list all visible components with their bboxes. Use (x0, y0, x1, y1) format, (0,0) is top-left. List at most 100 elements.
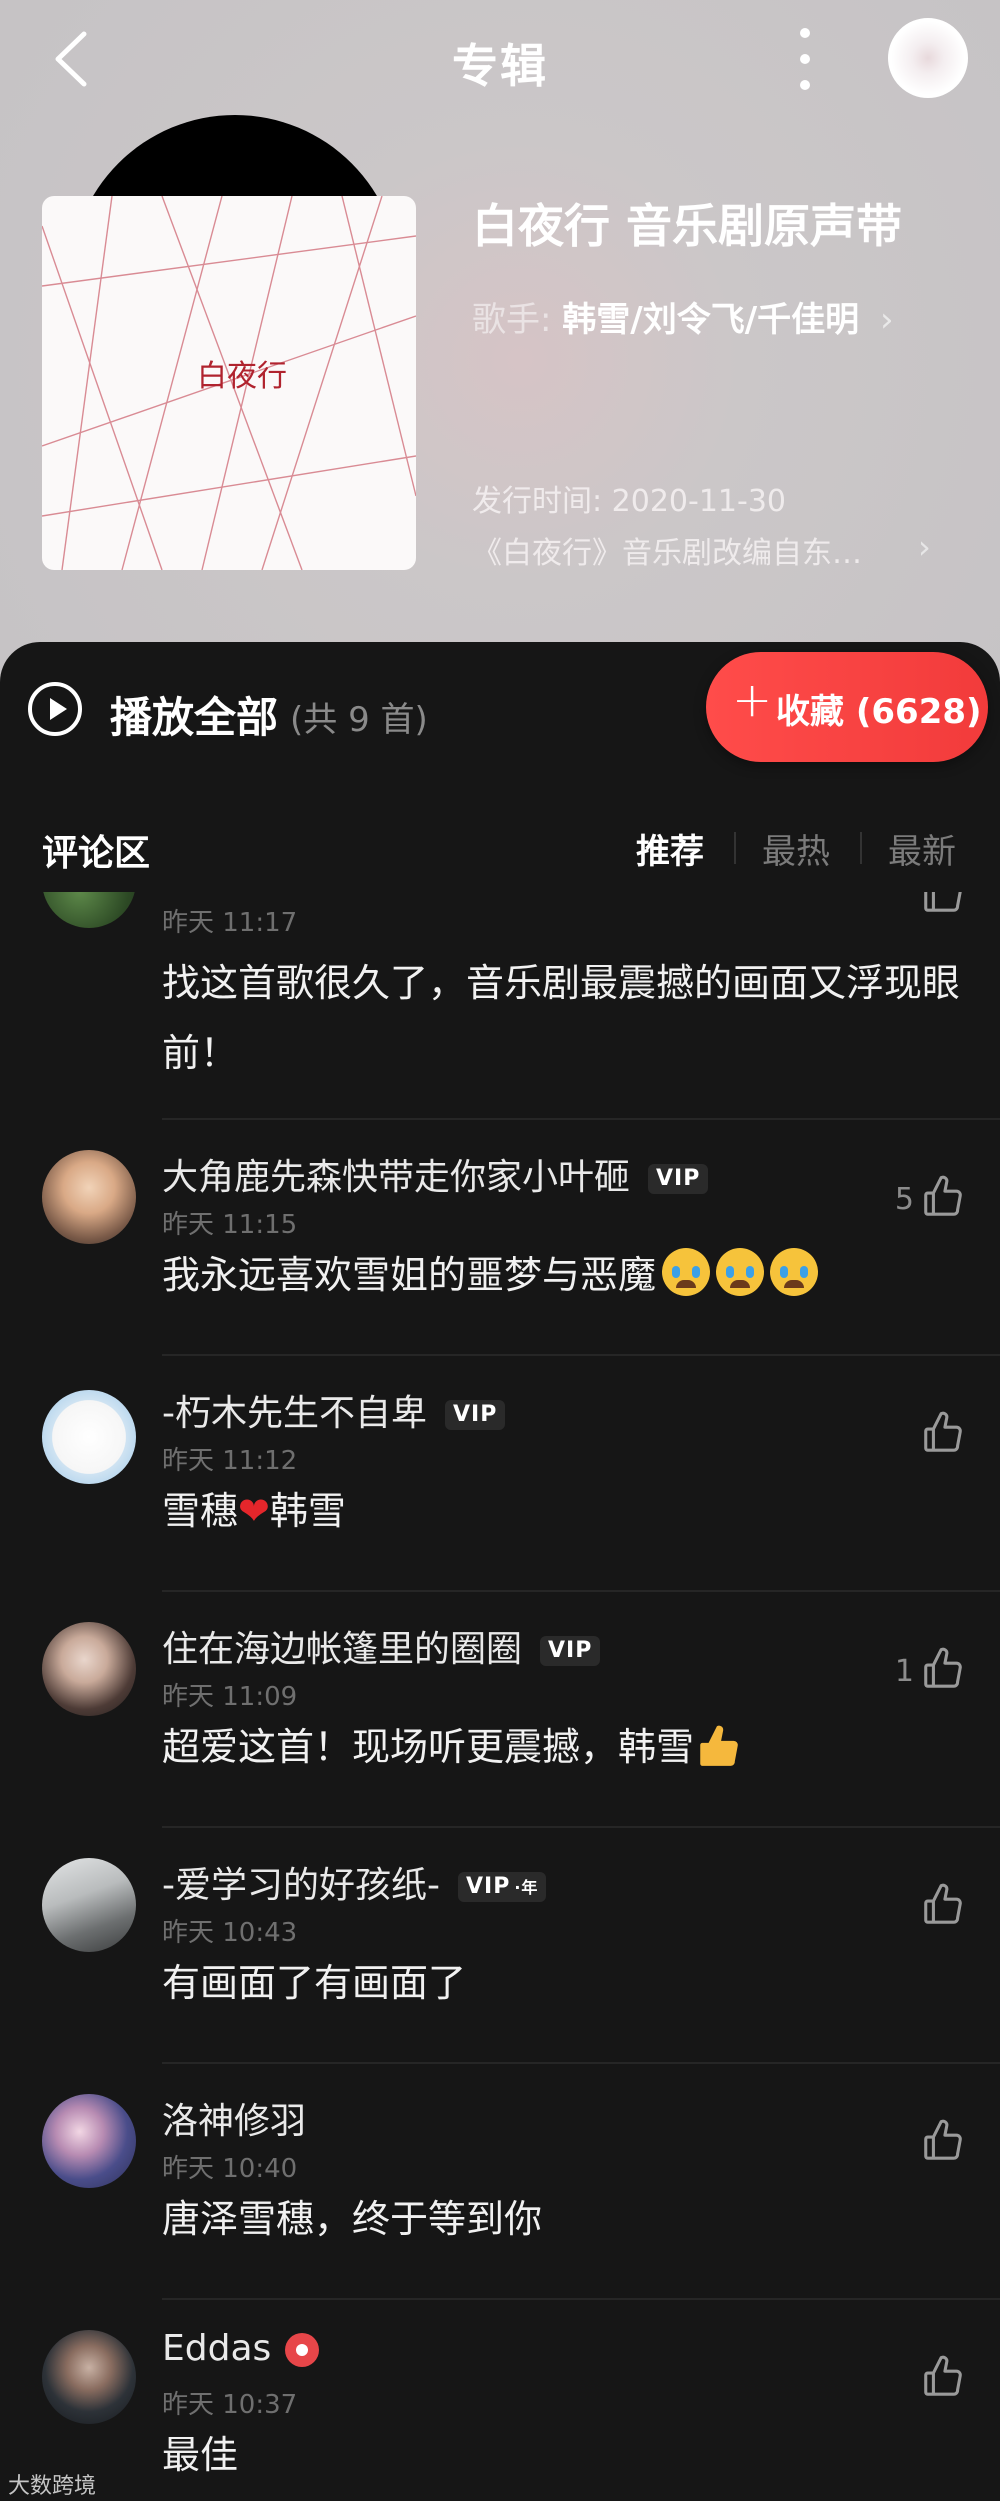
artist-link[interactable]: 歌手: 韩雪/刘令飞/千佳明 › (472, 292, 894, 341)
thumbs-up-icon (924, 2355, 962, 2396)
chevron-right-icon[interactable]: › (918, 528, 931, 566)
like-count: 1 (894, 1654, 914, 1689)
like-button[interactable] (880, 892, 980, 924)
comment-time: 昨天 10:43 (162, 1918, 298, 1948)
release-date: 发行时间: 2020-11-30 (472, 484, 786, 519)
album-cover-art: 白夜行 (42, 196, 416, 570)
like-button[interactable]: 5 (880, 1168, 980, 1228)
top-nav-bar: 专辑 (0, 0, 1000, 120)
comment-username[interactable]: Eddas (162, 2328, 320, 2369)
comment-text: 我永远喜欢雪姐的噩梦与恶魔 (162, 1253, 657, 1297)
comment-text: 唐泽雪穗，终于等到你 (162, 2197, 543, 2241)
musician-badge-icon (285, 2333, 320, 2367)
comment-time: 昨天 10:40 (162, 2154, 298, 2184)
comment-text: 最佳 (162, 2433, 239, 2477)
thumbs-up-icon (924, 1175, 962, 1216)
vip-badge: VIP ·年 (457, 1872, 547, 1902)
username-text: -爱学习的好孩纸- (162, 1865, 440, 1906)
tab-hottest[interactable]: 最热 (762, 824, 830, 873)
more-dot-icon (800, 54, 810, 64)
thumbs-up-emoji-icon (700, 1725, 738, 1766)
thumbs-up-icon (924, 1883, 962, 1924)
username-text: -朽木先生不自卑 (162, 1393, 427, 1434)
comment-username[interactable]: 住在海边帐篷里的圈圈 VIP (162, 1620, 601, 1672)
page-title: 专辑 (452, 39, 548, 93)
comment-list: 昨天 11:17 找这首歌很久了，音乐剧最震撼的画面又浮现眼前！ 大角鹿先森快带… (0, 892, 1000, 2501)
comment-time: 昨天 10:37 (162, 2390, 298, 2420)
favorite-button[interactable]: + 收藏 (6628) (706, 652, 988, 762)
comment-content: 雪穗❤韩雪 (162, 1476, 962, 1546)
album-description[interactable]: 《白夜行》音乐剧改编自东… (472, 528, 952, 572)
thumbs-up-icon (924, 2119, 962, 2160)
comment-content: 超爱这首！现场听更震撼，韩雪 (162, 1712, 962, 1782)
crying-emoji-icon (716, 1248, 765, 1296)
crying-emoji-icon (770, 1248, 819, 1296)
heart-emoji-icon: ❤ (238, 1489, 270, 1533)
like-button[interactable]: 1 (880, 1640, 980, 1700)
username-text: 住在海边帐篷里的圈圈 (162, 1629, 523, 1670)
user-avatar[interactable] (42, 1858, 136, 1952)
more-dot-icon (800, 28, 810, 38)
now-playing-disc-button[interactable] (888, 18, 968, 98)
thumbs-up-icon (924, 892, 962, 912)
like-button[interactable] (880, 2348, 980, 2408)
chevron-right-icon: › (879, 300, 894, 340)
track-count: (共 9 首) (290, 700, 428, 740)
comment-item: -爱学习的好孩纸- VIP ·年 昨天 10:43 有画面了有画面了 (0, 1828, 1000, 2064)
more-dot-icon (800, 80, 810, 90)
comment-time: 昨天 11:15 (162, 1210, 298, 1240)
vip-badge: VIP (648, 1164, 709, 1194)
comment-item: Eddas 昨天 10:37 最佳 (0, 2300, 1000, 2500)
comment-username[interactable]: -朽木先生不自卑 VIP (162, 1384, 506, 1436)
comment-text: 超爱这首！现场听更震撼，韩雪 (162, 1725, 695, 1769)
watermark-text: 大数跨境 (8, 2474, 97, 2499)
comment-username[interactable]: -爱学习的好孩纸- VIP ·年 (162, 1856, 547, 1908)
album-cover[interactable]: 白夜行 (42, 196, 416, 570)
comments-section-title: 评论区 (42, 833, 151, 874)
comment-text-part: 雪穗 (162, 1489, 239, 1533)
like-count: 5 (894, 1182, 914, 1217)
tab-newest[interactable]: 最新 (888, 824, 956, 873)
favorite-label: 收藏 (6628) (776, 692, 982, 732)
vip-badge: VIP (540, 1636, 601, 1666)
thumbs-up-icon (924, 1411, 962, 1452)
comment-username[interactable]: 大角鹿先森快带走你家小叶砸 VIP (162, 1148, 709, 1200)
comment-item: 洛神修羽 昨天 10:40 唐泽雪穗，终于等到你 (0, 2064, 1000, 2300)
comment-time: 昨天 11:17 (162, 908, 298, 938)
tab-divider (734, 832, 736, 864)
user-avatar[interactable] (42, 1390, 136, 1484)
comment-item: 昨天 11:17 找这首歌很久了，音乐剧最震撼的画面又浮现眼前！ (0, 892, 1000, 1120)
user-avatar[interactable] (42, 892, 136, 928)
user-avatar[interactable] (42, 1622, 136, 1716)
user-avatar[interactable] (42, 2094, 136, 2188)
cover-title-art: 白夜行 (197, 359, 287, 394)
username-text: 大角鹿先森快带走你家小叶砸 (162, 1157, 631, 1198)
like-button[interactable] (880, 1876, 980, 1936)
like-button[interactable] (880, 1404, 980, 1464)
album-title: 白夜行 音乐剧原声带 (472, 199, 903, 253)
plus-icon: + (732, 672, 773, 728)
vip-year-suffix: ·年 (514, 1878, 539, 1897)
comment-time: 昨天 11:09 (162, 1682, 298, 1712)
vip-badge: VIP (445, 1400, 506, 1430)
like-button[interactable] (880, 2112, 980, 2172)
user-avatar[interactable] (42, 2330, 136, 2424)
thumbs-up-icon (924, 1647, 962, 1688)
comment-text: 有画面了有画面了 (162, 1961, 467, 2005)
vip-badge-text: VIP (465, 1874, 511, 1899)
user-avatar[interactable] (42, 1150, 136, 1244)
comment-item: 大角鹿先森快带走你家小叶砸 VIP 昨天 11:15 5 我永远喜欢雪姐的噩梦与恶… (0, 1120, 1000, 1356)
more-options-button[interactable] (790, 24, 820, 94)
play-all-button[interactable]: 播放全部 (共 9 首) (28, 680, 548, 742)
tab-recommended[interactable]: 推荐 (636, 824, 704, 873)
play-circle-icon (28, 682, 82, 736)
artist-names: 韩雪/刘令飞/千佳明 (562, 300, 860, 340)
artist-label: 歌手: (472, 300, 552, 340)
comment-text: 找这首歌很久了，音乐剧最震撼的画面又浮现眼前！ (162, 961, 961, 1075)
play-all-label: 播放全部 (110, 693, 279, 742)
comment-item: -朽木先生不自卑 VIP 昨天 11:12 雪穗❤韩雪 (0, 1356, 1000, 1592)
comment-text-part: 韩雪 (269, 1489, 346, 1533)
comment-content: 我永远喜欢雪姐的噩梦与恶魔 (162, 1240, 962, 1310)
comment-username[interactable]: 洛神修羽 (162, 2092, 306, 2144)
comment-time: 昨天 11:12 (162, 1446, 298, 1476)
